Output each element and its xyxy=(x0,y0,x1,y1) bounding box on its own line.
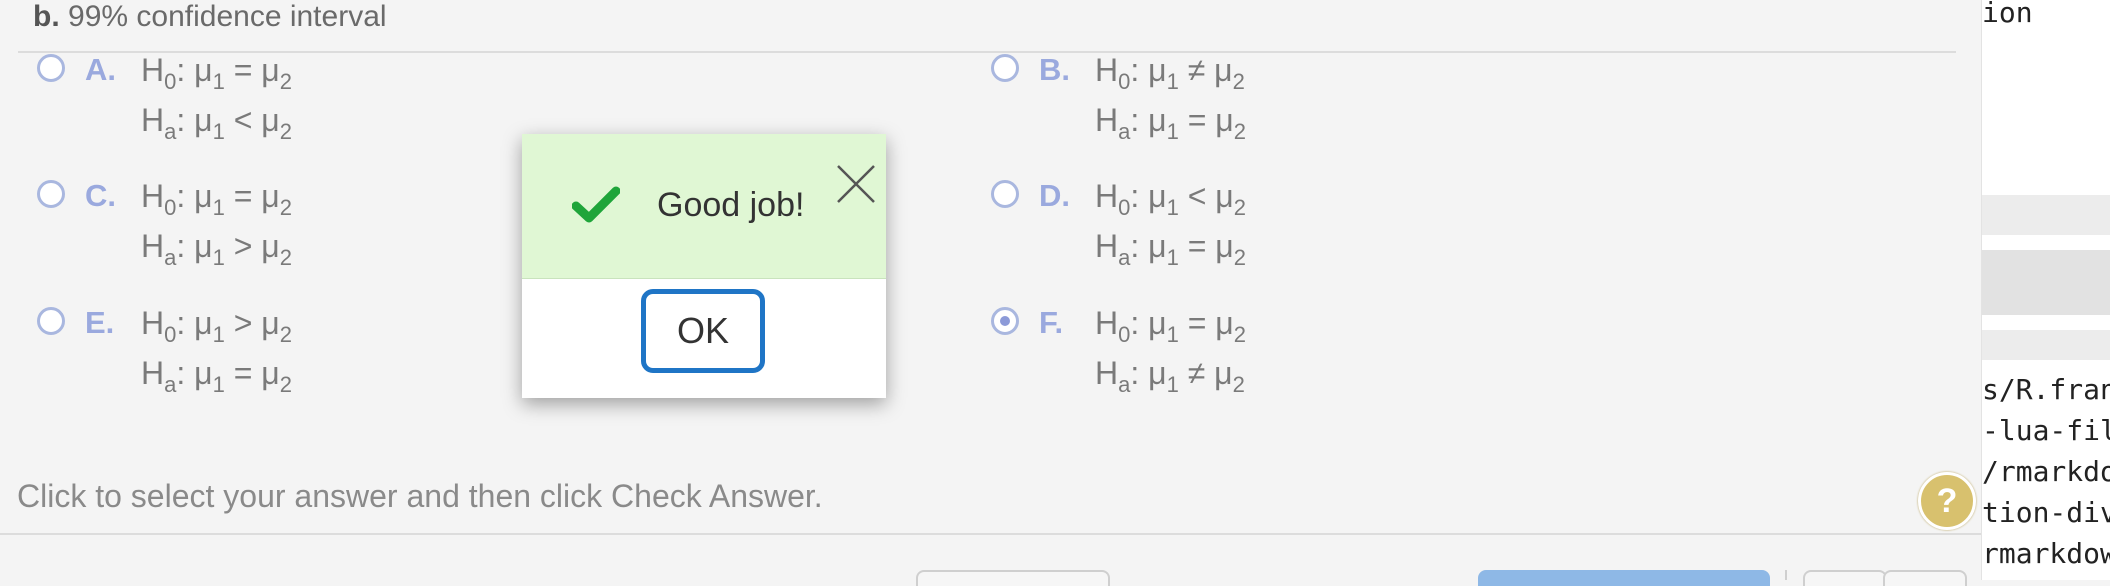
option-letter: D. xyxy=(1039,178,1070,213)
question-panel: b. 99% confidence interval A. H0: μ1 = μ… xyxy=(0,0,1981,586)
footer-nav-button[interactable] xyxy=(1803,570,1887,586)
part-title: 99% confidence interval xyxy=(68,0,387,33)
option-letter: C. xyxy=(85,178,116,213)
feedback-dialog: Good job! OK xyxy=(522,134,886,398)
footer-divider xyxy=(0,533,1981,535)
option-f-radio[interactable] xyxy=(991,307,1019,335)
null-hypothesis: H0: μ1 = μ2 xyxy=(1095,305,1246,347)
null-hypothesis: H0: μ1 < μ2 xyxy=(1095,178,1246,220)
footer-separator xyxy=(1785,570,1787,580)
option-e-radio[interactable] xyxy=(37,307,65,335)
option-letter: B. xyxy=(1039,52,1070,87)
option-a-radio[interactable] xyxy=(37,54,65,82)
editor-band xyxy=(1982,250,2110,315)
alternative-hypothesis: Ha: μ1 > μ2 xyxy=(141,228,292,270)
checkmark-icon xyxy=(572,186,620,223)
editor-band xyxy=(1982,195,2110,235)
null-hypothesis: H0: μ1 = μ2 xyxy=(141,52,292,94)
code-line: /rmarkdo xyxy=(1982,455,2110,488)
footer-nav-button[interactable] xyxy=(1883,570,1967,586)
code-line: tion-div xyxy=(1982,496,2110,529)
part-header: b. 99% confidence interval xyxy=(33,0,387,34)
alternative-hypothesis: Ha: μ1 ≠ μ2 xyxy=(1095,355,1245,397)
dialog-header: Good job! xyxy=(522,134,886,279)
code-line: ion xyxy=(1982,0,2033,29)
dialog-message: Good job! xyxy=(657,186,805,224)
code-line: s/R.fran xyxy=(1982,373,2110,406)
null-hypothesis: H0: μ1 ≠ μ2 xyxy=(1095,52,1245,94)
question-icon: ? xyxy=(1936,482,1958,520)
null-hypothesis: H0: μ1 = μ2 xyxy=(141,178,292,220)
ok-button[interactable]: OK xyxy=(641,289,765,373)
alternative-hypothesis: Ha: μ1 < μ2 xyxy=(141,102,292,144)
option-letter: A. xyxy=(85,52,116,87)
editor-band xyxy=(1982,330,2110,360)
option-letter: F. xyxy=(1039,305,1064,340)
alternative-hypothesis: Ha: μ1 = μ2 xyxy=(141,355,292,397)
option-c-radio[interactable] xyxy=(37,180,65,208)
code-line: rmarkdow xyxy=(1982,537,2110,570)
option-d[interactable]: D. H0: μ1 < μ2 Ha: μ1 = μ2 xyxy=(991,178,1591,278)
close-icon[interactable] xyxy=(834,162,878,206)
code-line: -lua-fil xyxy=(1982,414,2110,447)
option-b-radio[interactable] xyxy=(991,54,1019,82)
alternative-hypothesis: Ha: μ1 = μ2 xyxy=(1095,228,1246,270)
instruction-text: Click to select your answer and then cli… xyxy=(17,478,823,514)
option-letter: E. xyxy=(85,305,115,340)
side-editor-pane: ion s/R.fran -lua-fil /rmarkdo tion-div … xyxy=(1981,0,2110,580)
option-d-radio[interactable] xyxy=(991,180,1019,208)
alternative-hypothesis: Ha: μ1 = μ2 xyxy=(1095,102,1246,144)
footer-button[interactable] xyxy=(916,570,1110,586)
part-letter: b. xyxy=(33,0,60,33)
help-button[interactable]: ? xyxy=(1918,472,1976,530)
option-f[interactable]: F. H0: μ1 = μ2 Ha: μ1 ≠ μ2 xyxy=(991,305,1591,405)
null-hypothesis: H0: μ1 > μ2 xyxy=(141,305,292,347)
check-answer-button[interactable] xyxy=(1478,570,1770,586)
option-b[interactable]: B. H0: μ1 ≠ μ2 Ha: μ1 = μ2 xyxy=(991,52,1591,152)
